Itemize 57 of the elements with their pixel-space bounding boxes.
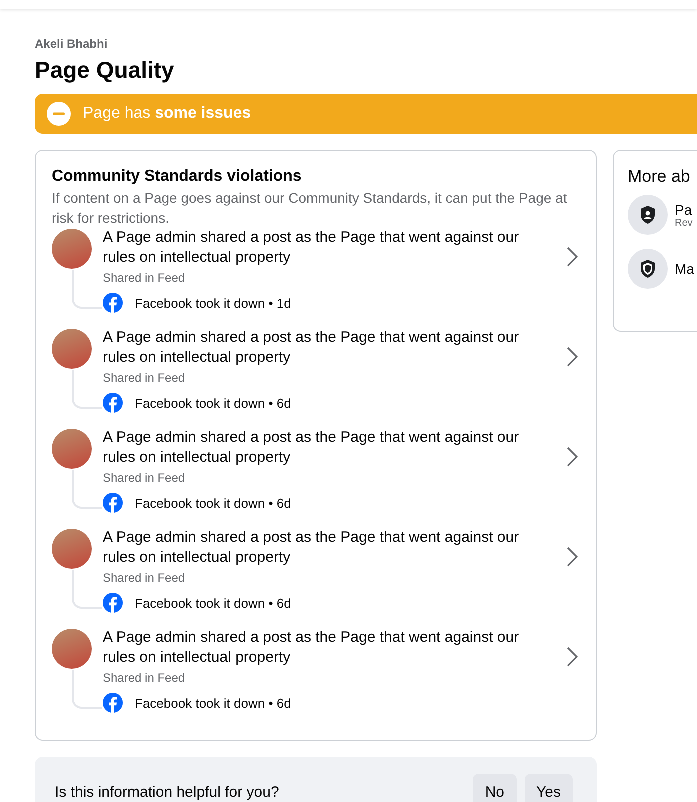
connector-line: [72, 270, 102, 309]
chevron-right-icon: [566, 346, 578, 366]
card-description: If content on a Page goes against our Community Standards, it can put the Page at risk for restrictions.: [52, 189, 568, 228]
violation-title: A Page admin shared a post as the Page that went against our rules on intellectual property: [103, 628, 520, 668]
photo-placeholder: [52, 629, 92, 669]
violation-item[interactable]: A Page admin shared a post as the Page that went against our rules on intellectual property Shared in Feed: [103, 428, 580, 485]
connector-line: [72, 570, 102, 609]
feedback-button[interactable]: No: [473, 774, 517, 802]
page-title: Page Quality: [35, 57, 176, 84]
photo-placeholder: [52, 529, 92, 569]
action-text: Facebook took it down • 6d: [135, 496, 292, 510]
action-text: Facebook took it down • 1d: [135, 296, 292, 310]
violation-item[interactable]: A Page admin shared a post as the Page that went against our rules on intellectual property Shared in Feed: [103, 528, 580, 585]
violation-location: Shared in Feed: [103, 571, 186, 585]
item-title: Ma: [675, 261, 694, 277]
facebook-logo-icon: [103, 493, 123, 513]
photo-placeholder: [52, 329, 92, 369]
facebook-logo-icon: [103, 593, 123, 613]
facebook-logo-icon: [103, 693, 123, 713]
item-title: Pa: [675, 202, 693, 218]
violation-title: A Page admin shared a post as the Page that went against our rules on intellectual property: [103, 328, 520, 368]
chevron-right-icon: [566, 646, 578, 666]
more-about-item[interactable]: Pa Rev: [628, 195, 697, 235]
item-subtitle: Rev: [675, 218, 693, 228]
panel-heading: More ab: [628, 167, 692, 187]
page-name: Akeli Bhabhi: [35, 37, 109, 51]
violation-item[interactable]: A Page admin shared a post as the Page that went against our rules on intellectual property Shared in Feed: [103, 228, 580, 285]
violation-item[interactable]: A Page admin shared a post as the Page that went against our rules on intellectual property Shared in Feed: [103, 628, 580, 685]
minus-circle-icon: [47, 102, 71, 126]
connector-line: [72, 670, 102, 709]
violation-location: Shared in Feed: [103, 371, 186, 385]
action-text: Facebook took it down • 6d: [135, 696, 292, 710]
facebook-logo-icon: [103, 393, 123, 413]
facebook-logo-icon: [103, 293, 123, 313]
feedback-question: Is this information helpful for you?: [55, 784, 280, 800]
violation-title: A Page admin shared a post as the Page that went against our rules on intellectual property: [103, 528, 520, 568]
shield-icon: [638, 259, 658, 279]
violation-location: Shared in Feed: [103, 271, 186, 285]
violation-title: A Page admin shared a post as the Page that went against our rules on intellectual property: [103, 228, 520, 268]
chevron-right-icon: [566, 546, 578, 566]
violation-location: Shared in Feed: [103, 471, 186, 485]
photo-placeholder: [52, 429, 92, 469]
card-heading: Community Standards violations: [52, 168, 303, 186]
violation-location: Shared in Feed: [103, 671, 186, 685]
more-about-item[interactable]: Ma: [628, 249, 697, 289]
action-text: Facebook took it down • 6d: [135, 396, 292, 410]
chevron-right-icon: [566, 246, 578, 266]
violation-item[interactable]: A Page admin shared a post as the Page that went against our rules on intellectual property Shared in Feed: [103, 328, 580, 385]
action-text: Facebook took it down • 6d: [135, 596, 292, 610]
connector-line: [72, 370, 102, 409]
status-text: Page has some issues: [83, 105, 252, 123]
connector-line: [72, 470, 102, 509]
violation-title: A Page admin shared a post as the Page that went against our rules on intellectual property: [103, 428, 520, 468]
photo-placeholder: [52, 229, 92, 269]
chevron-right-icon: [566, 446, 578, 466]
feedback-button[interactable]: Yes: [524, 774, 573, 802]
shield-person-icon: [638, 205, 658, 225]
